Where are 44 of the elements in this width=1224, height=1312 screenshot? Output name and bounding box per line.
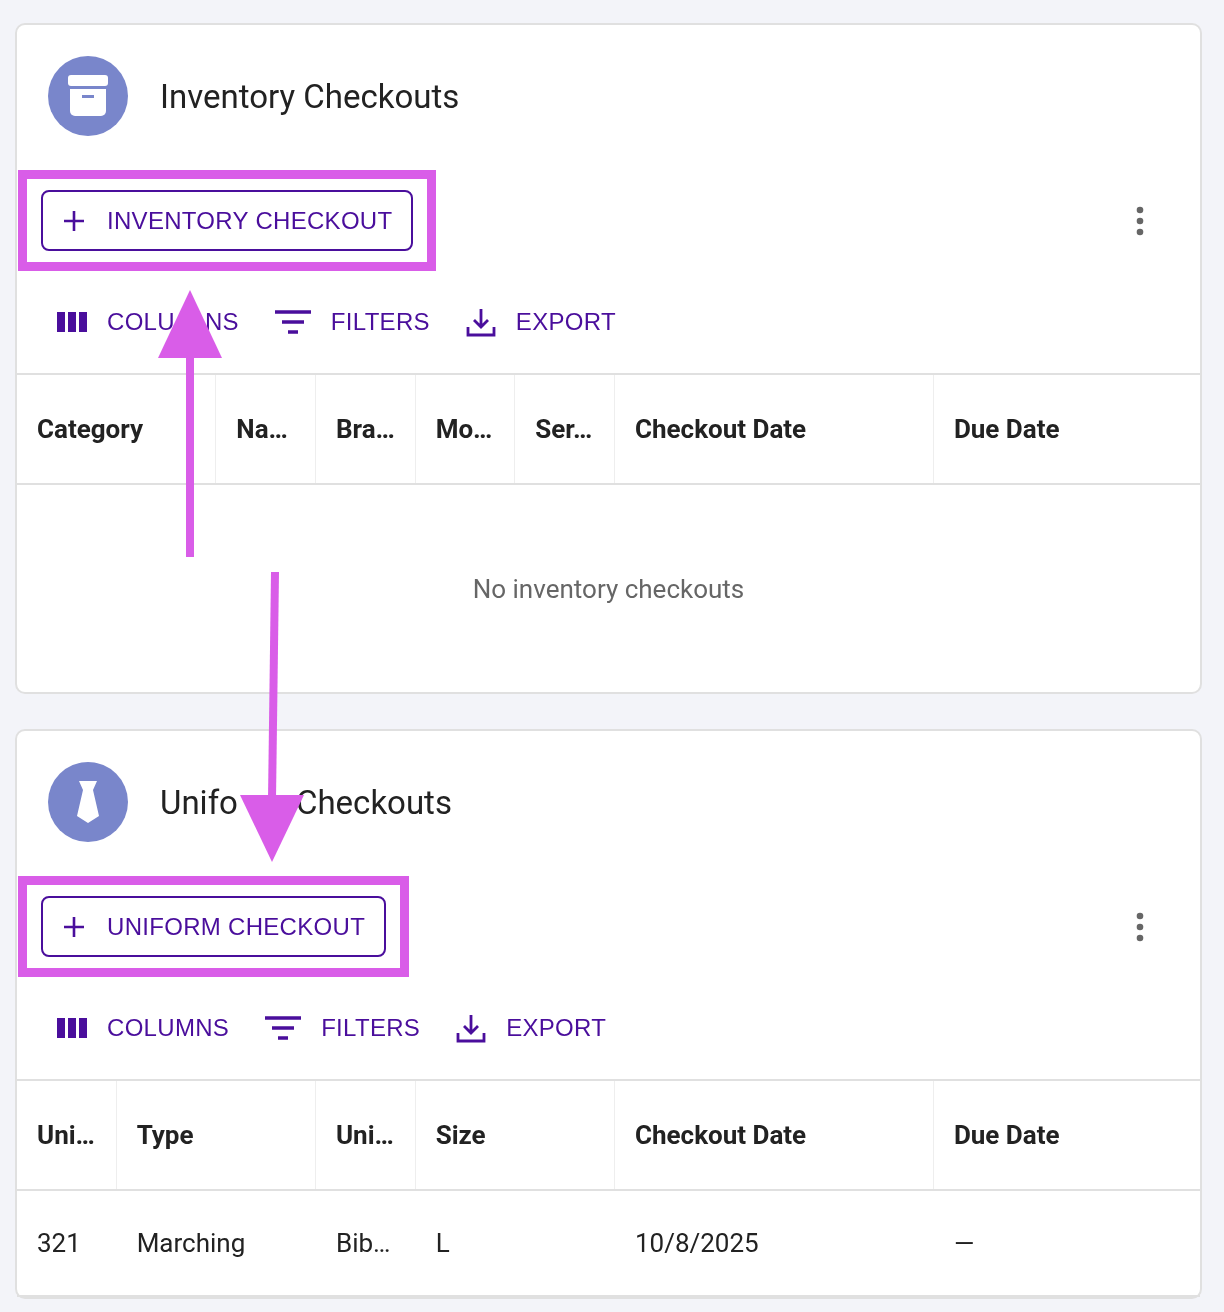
filter-icon[interactable] — [265, 1016, 302, 1040]
column-header[interactable]: Mo… — [415, 375, 516, 483]
card-title: Inventory Checkouts — [160, 76, 460, 116]
more-icon[interactable] — [1136, 205, 1144, 236]
column-header[interactable]: Due Date — [933, 1081, 1200, 1189]
toolbar-link[interactable]: COLU — [107, 308, 175, 336]
table-cell-text: Bib… — [335, 1227, 392, 1260]
column-header[interactable]: Uni… — [316, 1081, 416, 1189]
table-cell-text: 10/8/2025 — [633, 1227, 760, 1260]
column-header[interactable]: Due Date — [933, 375, 1200, 483]
column-header[interactable]: Uni… — [17, 1081, 117, 1189]
tie-icon — [76, 781, 100, 823]
column-header[interactable]: Na… — [216, 375, 316, 483]
card-title: Checkouts — [295, 782, 452, 822]
filter-icon[interactable] — [274, 310, 311, 334]
card-title: Unifo — [160, 782, 238, 822]
toolbar-link[interactable]: EXPORT — [515, 308, 616, 336]
column-header[interactable]: Checkout Date — [614, 375, 934, 483]
toolbar-link[interactable]: NS — [204, 308, 239, 336]
toolbar-link[interactable]: COLUMNS — [107, 1014, 230, 1042]
table-cell-text: 321 — [36, 1227, 82, 1260]
column-header[interactable]: Category — [17, 375, 217, 483]
column-header[interactable]: Size — [415, 1081, 615, 1189]
table-cell-text: L — [434, 1227, 451, 1260]
download-icon[interactable] — [456, 1013, 487, 1043]
archive-icon — [68, 75, 108, 117]
columns-icon[interactable] — [57, 311, 87, 333]
toolbar-link[interactable]: FILTERS — [330, 308, 430, 336]
more-icon[interactable] — [1136, 911, 1144, 942]
column-header[interactable]: Type — [116, 1081, 316, 1189]
add-checkout-button[interactable]: INVENTORY CHECKOUT — [41, 190, 414, 251]
download-icon[interactable] — [465, 307, 496, 337]
add-checkout-button[interactable]: UNIFORM CHECKOUT — [41, 896, 387, 957]
plus-icon — [63, 209, 85, 232]
table-cell-text: Marching — [135, 1227, 247, 1260]
column-header[interactable]: Ser… — [515, 375, 615, 483]
column-header[interactable]: Checkout Date — [614, 1081, 934, 1189]
column-header[interactable]: Bra… — [316, 375, 416, 483]
toolbar-link[interactable]: EXPORT — [506, 1014, 607, 1042]
columns-icon[interactable] — [57, 1017, 87, 1039]
empty-message: No inventory checkouts — [472, 573, 745, 604]
toolbar-link[interactable]: FILTERS — [321, 1014, 421, 1042]
table-cell-text: — — [952, 1227, 976, 1260]
plus-icon — [63, 915, 85, 938]
